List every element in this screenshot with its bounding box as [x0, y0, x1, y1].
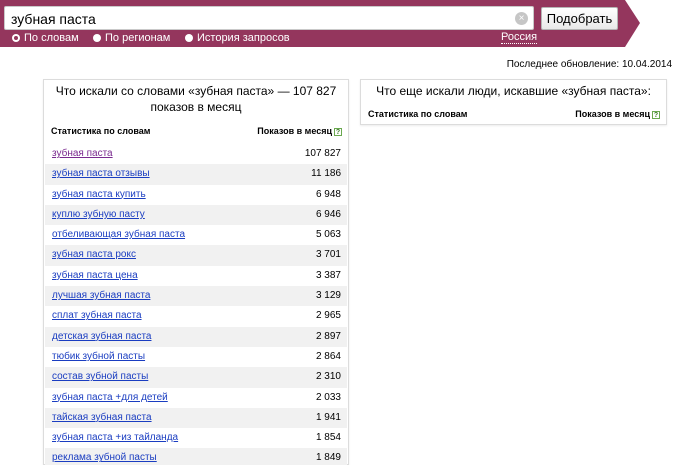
impressions-count: 2 965 — [315, 310, 341, 322]
impressions-count: 6 948 — [315, 188, 341, 200]
keyword-link[interactable]: реклама зубной пасты — [52, 448, 157, 465]
keyword-link[interactable]: зубная паста +для детей — [52, 388, 168, 408]
table-row: сплат зубная паста 2 965 — [45, 306, 347, 326]
table-row: зубная паста цена 3 387 — [45, 266, 347, 286]
keyword-link[interactable]: зубная паста — [52, 144, 113, 164]
impressions-count: 1 849 — [315, 452, 341, 464]
submit-button[interactable]: Подобрать — [541, 7, 618, 30]
keyword-link[interactable]: лучшая зубная паста — [52, 286, 150, 306]
table-row: отбеливающая зубная паста 5 063 — [45, 225, 347, 245]
help-icon[interactable]: ? — [334, 128, 342, 136]
keyword-link[interactable]: состав зубной пасты — [52, 367, 148, 387]
table-row: тайская зубная паста 1 941 — [45, 407, 347, 429]
keyword-link[interactable]: детская зубная паста — [52, 327, 151, 347]
table-row: зубная паста отзывы 11 186 — [45, 164, 347, 185]
column-keywords-header: Статистика по словам — [51, 126, 151, 136]
impressions-count: 2 864 — [315, 350, 341, 362]
panel-title: Что искали со словами «зубная паста» — 1… — [55, 84, 337, 114]
table-row: зубная паста +для детей 2 033 — [45, 388, 347, 408]
table-row: лучшая зубная паста 3 129 — [45, 286, 347, 307]
mode-by-regions[interactable]: По регионам — [93, 32, 170, 44]
impressions-count: 5 063 — [315, 229, 341, 241]
keyword-link[interactable]: зубная паста цена — [52, 266, 138, 286]
keyword-link[interactable]: отбеливающая зубная паста — [52, 225, 185, 245]
impressions-count: 11 186 — [311, 168, 341, 180]
impressions-count: 1 854 — [315, 432, 341, 444]
region-selector-link[interactable]: Россия — [501, 31, 538, 44]
table-row: детская зубная паста 2 897 — [45, 326, 347, 347]
related-queries-panel: Что еще искали люди, искавшие «зубная па… — [360, 79, 667, 125]
table-row: состав зубной пасты 2 310 — [45, 367, 347, 388]
mode-by-words[interactable]: По словам — [12, 32, 79, 44]
last-update-text: Последнее обновление: 10.04.2014 — [506, 59, 672, 70]
radio-selected-icon — [12, 34, 20, 42]
mode-label: По регионам — [105, 32, 171, 44]
impressions-count: 6 946 — [315, 208, 341, 220]
table-row: куплю зубную пасту 6 946 — [45, 204, 347, 226]
impressions-count: 2 310 — [315, 371, 341, 383]
table-row: тюбик зубной пасты 2 864 — [45, 347, 347, 367]
table-row: зубная паста купить 6 948 — [45, 185, 347, 205]
column-impressions-header: Показов в месяц? — [257, 126, 342, 136]
impressions-count: 2 897 — [315, 330, 341, 342]
impressions-count: 3 701 — [315, 249, 341, 261]
search-box[interactable]: × — [4, 6, 534, 30]
table-row: зубная паста 107 827 — [45, 144, 347, 164]
keyword-link[interactable]: зубная паста рокс — [52, 245, 136, 265]
column-headers: Статистика по словам Показов в месяц? — [44, 126, 348, 140]
mode-label: История запросов — [197, 32, 290, 44]
keyword-link[interactable]: зубная паста +из тайланда — [52, 428, 178, 448]
mode-query-history[interactable]: История запросов — [185, 32, 290, 44]
column-impressions-label: Показов в месяц — [257, 126, 332, 136]
table-row: реклама зубной пасты 1 849 — [45, 448, 347, 465]
search-input[interactable] — [11, 10, 511, 28]
column-impressions-label: Показов в месяц — [575, 109, 650, 119]
impressions-count: 107 827 — [304, 148, 341, 159]
impressions-count: 3 129 — [315, 290, 341, 302]
keyword-table: зубная паста 107 827 зубная паста отзывы 11… — [45, 144, 347, 465]
keyword-link[interactable]: зубная паста купить — [52, 185, 146, 205]
table-row: зубная паста рокс 3 701 — [45, 245, 347, 266]
column-headers: Статистика по словам Показов в месяц? — [361, 109, 666, 123]
radio-icon — [93, 34, 101, 42]
help-icon[interactable]: ? — [652, 111, 660, 119]
impressions-count: 3 387 — [315, 269, 341, 281]
keyword-link[interactable]: тюбик зубной пасты — [52, 347, 145, 367]
mode-label: По словам — [24, 32, 79, 44]
keyword-link[interactable]: зубная паста отзывы — [52, 164, 150, 184]
impressions-count: 2 033 — [315, 391, 341, 403]
keyword-stats-panel: Что искали со словами «зубная паста» — 1… — [43, 79, 349, 465]
column-keywords-header: Статистика по словам — [368, 109, 468, 119]
keyword-link[interactable]: тайская зубная паста — [52, 408, 152, 428]
panel-title: Что еще искали люди, искавшие «зубная па… — [376, 84, 651, 98]
radio-icon — [185, 34, 193, 42]
keyword-link[interactable]: куплю зубную пасту — [52, 205, 145, 225]
table-row: зубная паста +из тайланда 1 854 — [45, 428, 347, 448]
keyword-link[interactable]: сплат зубная паста — [52, 306, 142, 326]
column-impressions-header: Показов в месяц? — [575, 109, 660, 119]
clear-icon[interactable]: × — [515, 12, 528, 25]
impressions-count: 1 941 — [315, 411, 341, 423]
